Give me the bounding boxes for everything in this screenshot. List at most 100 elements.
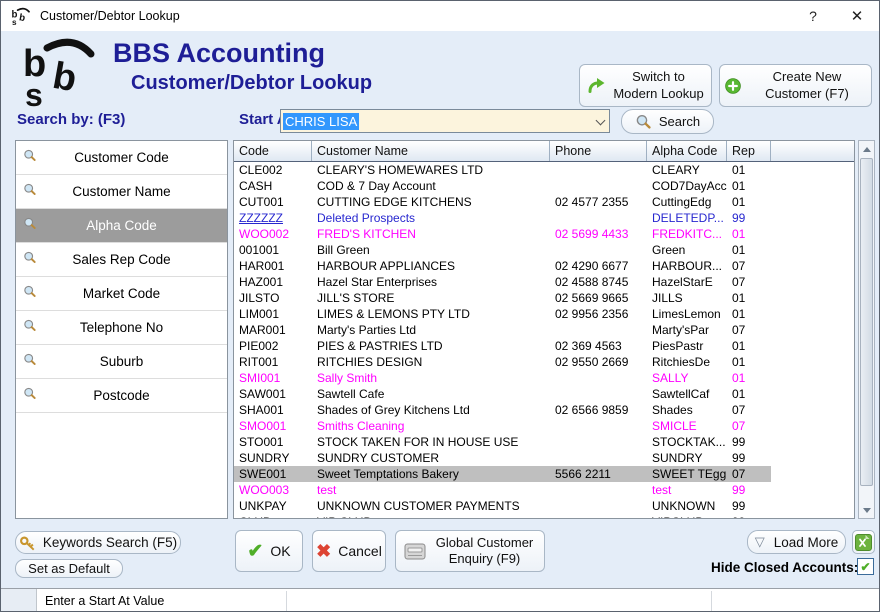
search-icon <box>23 319 37 338</box>
cell-alpha-code: Green <box>647 243 727 257</box>
column-header-rep[interactable]: Rep <box>727 141 771 161</box>
cell-customer-name: HARBOUR APPLIANCES <box>312 259 550 273</box>
sidebar-item-sales-rep-code[interactable]: Sales Rep Code <box>16 243 227 277</box>
cell-alpha-code: SawtellCaf <box>647 387 727 401</box>
cell-alpha-code: LimesLemon <box>647 307 727 321</box>
cell-code: CLUB <box>234 514 312 519</box>
table-row[interactable]: PIE002PIES & PASTRIES LTD02 369 4563Pies… <box>234 338 771 354</box>
cell-code: PIE002 <box>234 339 312 353</box>
sidebar-item-customer-code[interactable]: Customer Code <box>16 141 227 175</box>
status-message: Enter a Start At Value <box>45 594 164 608</box>
table-row[interactable]: WOO003testtest99 <box>234 482 771 498</box>
switch-to-modern-lookup-label: Switch to Modern Lookup <box>613 69 705 102</box>
cell-rep: 99 <box>727 435 771 449</box>
table-row[interactable]: CLUBVIP CLUBVIPCLUB99 <box>234 514 771 519</box>
column-header-filler <box>771 141 854 161</box>
table-row[interactable]: UNKPAYUNKNOWN CUSTOMER PAYMENTSUNKNOWN99 <box>234 498 771 514</box>
table-row[interactable]: HAR001HARBOUR APPLIANCES02 4290 6677HARB… <box>234 258 771 274</box>
vertical-scrollbar[interactable] <box>858 140 875 519</box>
table-row[interactable]: 001001Bill GreenGreen01 <box>234 242 771 258</box>
search-icon <box>635 114 652 130</box>
global-customer-enquiry-button[interactable]: Global Customer Enquiry (F9) <box>395 530 545 572</box>
cell-alpha-code: STOCKTAK... <box>647 435 727 449</box>
cell-code: 001001 <box>234 243 312 257</box>
cell-alpha-code: CuttingEdg <box>647 195 727 209</box>
sidebar-item-label: Customer Code <box>16 150 227 165</box>
table-row[interactable]: CLE002CLEARY'S HOMEWARES LTDCLEARY01 <box>234 162 771 178</box>
table-row[interactable]: LIM001LIMES & LEMONS PTY LTD02 9956 2356… <box>234 306 771 322</box>
sidebar-item-postcode[interactable]: Postcode <box>16 379 227 413</box>
customer-table: CodeCustomer NamePhoneAlpha CodeRep CLE0… <box>233 140 855 519</box>
cell-rep: 01 <box>727 307 771 321</box>
sidebar-item-customer-name[interactable]: Customer Name <box>16 175 227 209</box>
sidebar-item-market-code[interactable]: Market Code <box>16 277 227 311</box>
cell-alpha-code: DELETEDP... <box>647 211 727 225</box>
table-row[interactable]: SAW001Sawtell CafeSawtellCaf01 <box>234 386 771 402</box>
cell-rep: 99 <box>727 514 771 519</box>
cancel-button[interactable]: ✖ Cancel <box>312 530 386 572</box>
cell-phone: 02 4577 2355 <box>550 195 647 209</box>
cell-code: JILSTO <box>234 291 312 305</box>
cell-customer-name: Bill Green <box>312 243 550 257</box>
table-row[interactable]: SWE001Sweet Temptations Bakery5566 2211S… <box>234 466 771 482</box>
chevron-down-icon[interactable] <box>596 116 606 126</box>
search-icon <box>23 183 37 202</box>
hide-closed-accounts-checkbox[interactable]: ✔ <box>857 558 874 575</box>
table-row[interactable]: STO001STOCK TAKEN FOR IN HOUSE USESTOCKT… <box>234 434 771 450</box>
set-as-default-button[interactable]: Set as Default <box>15 559 123 578</box>
cell-phone: 02 9956 2356 <box>550 307 647 321</box>
switch-to-modern-lookup-button[interactable]: Switch to Modern Lookup <box>579 64 712 107</box>
table-row[interactable]: RIT001RITCHIES DESIGN02 9550 2669Ritchie… <box>234 354 771 370</box>
scroll-down-button[interactable] <box>859 502 874 518</box>
svg-text:s: s <box>12 18 17 26</box>
cell-phone: 02 6566 9859 <box>550 403 647 417</box>
search-icon <box>23 149 37 168</box>
x-icon: ✖ <box>316 541 331 562</box>
table-row[interactable]: WOO002FRED'S KITCHEN02 5699 4433FREDKITC… <box>234 226 771 242</box>
cell-code: HAZ001 <box>234 275 312 289</box>
table-body: CLE002CLEARY'S HOMEWARES LTDCLEARY01CASH… <box>234 162 854 519</box>
cell-rep: 01 <box>727 227 771 241</box>
ok-button[interactable]: ✔ OK <box>235 530 303 572</box>
cell-code: WOO003 <box>234 483 312 497</box>
app-name: BBS Accounting <box>113 38 325 69</box>
table-row[interactable]: SHA001Shades of Grey Kitchens Ltd02 6566… <box>234 402 771 418</box>
sidebar-item-telephone-no[interactable]: Telephone No <box>16 311 227 345</box>
load-more-button[interactable]: ▽ Load More <box>747 530 846 554</box>
keywords-search-button[interactable]: Keywords Search (F5) <box>15 531 181 554</box>
sidebar-item-suburb[interactable]: Suburb <box>16 345 227 379</box>
cell-rep: 07 <box>727 467 771 481</box>
column-header-code[interactable]: Code <box>234 141 312 161</box>
table-row[interactable]: SMI001Sally SmithSALLY01 <box>234 370 771 386</box>
table-row[interactable]: ZZZZZZDeleted ProspectsDELETEDP...99 <box>234 210 771 226</box>
cell-rep: 01 <box>727 291 771 305</box>
cell-customer-name: RITCHIES DESIGN <box>312 355 550 369</box>
export-to-excel-button[interactable] <box>852 530 875 554</box>
cell-rep: 01 <box>727 339 771 353</box>
search-button[interactable]: Search <box>621 109 714 134</box>
cell-code: LIM001 <box>234 307 312 321</box>
column-header-phone[interactable]: Phone <box>550 141 647 161</box>
cell-customer-name: Smiths Cleaning <box>312 419 550 433</box>
start-at-input[interactable]: CHRIS LISA <box>280 109 610 133</box>
cell-alpha-code: PiesPastr <box>647 339 727 353</box>
table-row[interactable]: SUNDRYSUNDRY CUSTOMERSUNDRY99 <box>234 450 771 466</box>
column-header-alpha-code[interactable]: Alpha Code <box>647 141 727 161</box>
table-row[interactable]: CASHCOD & 7 Day AccountCOD7DayAcc01 <box>234 178 771 194</box>
table-row[interactable]: HAZ001Hazel Star Enterprises02 4588 8745… <box>234 274 771 290</box>
scrollbar-thumb[interactable] <box>860 158 873 486</box>
close-button[interactable]: ✕ <box>841 1 873 31</box>
sidebar-item-alpha-code[interactable]: Alpha Code <box>16 209 227 243</box>
create-new-customer-button[interactable]: Create New Customer (F7) <box>719 64 872 107</box>
table-row[interactable]: MAR001Marty's Parties LtdMarty'sPar07 <box>234 322 771 338</box>
help-button[interactable]: ? <box>799 1 827 31</box>
column-header-customer-name[interactable]: Customer Name <box>312 141 550 161</box>
scroll-up-button[interactable] <box>859 141 874 157</box>
table-row[interactable]: JILSTOJILL'S STORE02 5669 9665JILLS01 <box>234 290 771 306</box>
status-bar-grip <box>1 589 37 612</box>
cell-code: WOO002 <box>234 227 312 241</box>
cell-customer-name: test <box>312 483 550 497</box>
table-row[interactable]: CUT001CUTTING EDGE KITCHENS02 4577 2355C… <box>234 194 771 210</box>
table-row[interactable]: SMO001Smiths CleaningSMICLE07 <box>234 418 771 434</box>
cell-rep: 01 <box>727 195 771 209</box>
